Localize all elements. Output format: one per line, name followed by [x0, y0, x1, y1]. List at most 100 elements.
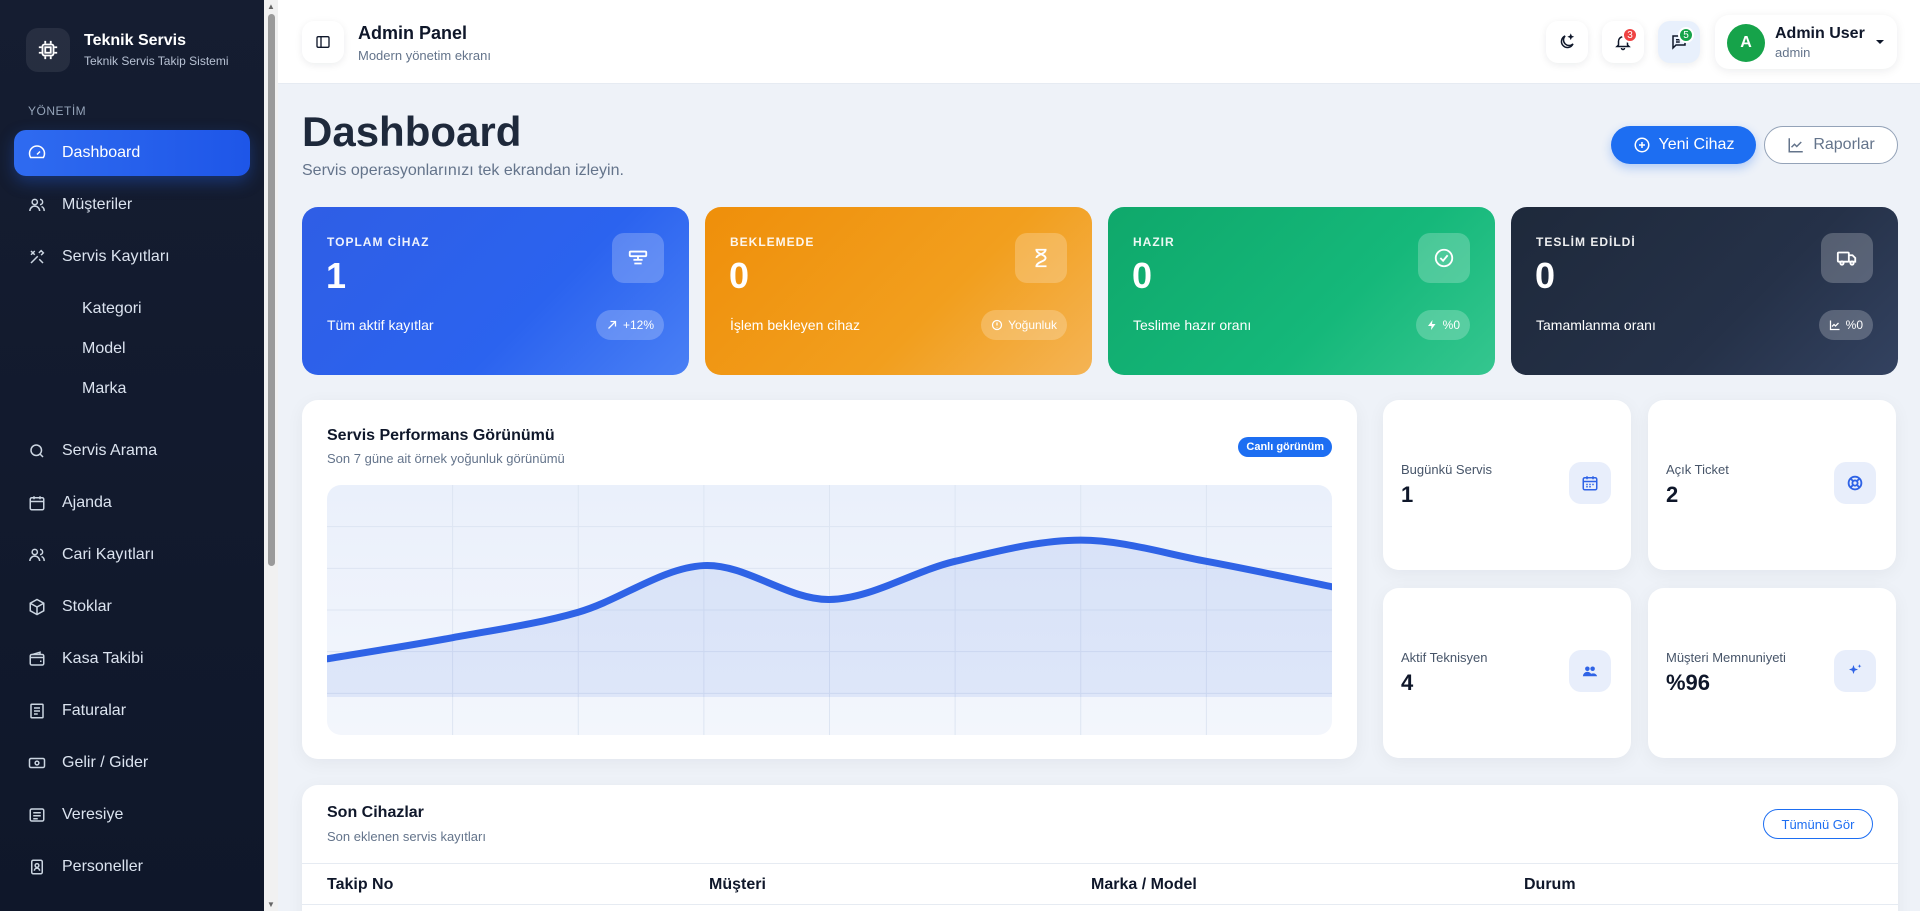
stat-label: BEKLEMEDE — [730, 235, 815, 249]
stat-card-total-devices[interactable]: TOPLAM CİHAZ 1 Tüm aktif kayıtlar +12% — [302, 207, 689, 375]
sidebar-subitem-category[interactable]: Kategori — [82, 300, 142, 318]
page-scrollbar[interactable]: ▲ ▼ — [264, 0, 278, 911]
user-role: admin — [1775, 45, 1811, 60]
plus-circle-icon — [1633, 136, 1651, 154]
chip-icon — [26, 28, 70, 72]
sidebar-item-service-records[interactable]: Servis Kayıtları — [14, 234, 250, 280]
scroll-thumb[interactable] — [268, 14, 275, 566]
theme-toggle-button[interactable] — [1546, 21, 1588, 63]
mini-card-label: Aktif Teknisyen — [1401, 650, 1488, 665]
column-status[interactable]: Durum — [1524, 876, 1576, 894]
sidebar-item-income-expense[interactable]: Gelir / Gider — [14, 740, 250, 786]
brand[interactable]: Teknik Servis Teknik Servis Takip Sistem… — [26, 28, 229, 72]
recent-devices-card: Son Cihazlar Son eklenen servis kayıtlar… — [302, 785, 1898, 911]
mini-card-value: %96 — [1666, 670, 1711, 695]
sidebar-item-service-search[interactable]: Servis Arama — [14, 428, 250, 474]
mini-card-today-service[interactable]: Bugünkü Servis 1 — [1383, 400, 1631, 570]
mini-card-label: Bugünkü Servis — [1401, 462, 1493, 477]
new-device-button[interactable]: Yeni Cihaz — [1611, 126, 1756, 164]
mini-card-open-ticket[interactable]: Açık Ticket 2 — [1648, 400, 1896, 570]
stat-pill-text: +12% — [622, 318, 654, 332]
messages-badge: 5 — [1678, 27, 1694, 43]
top-bar: Admin Panel Modern yönetim ekranı 3 5 A … — [278, 0, 1920, 84]
mini-card-active-technicians[interactable]: Aktif Teknisyen 4 — [1383, 588, 1631, 758]
avatar: A — [1727, 24, 1765, 62]
sidebar-item-stocks[interactable]: Stoklar — [14, 584, 250, 630]
sidebar-item-label: Faturalar — [62, 702, 127, 719]
sidebar-item-label: Gelir / Gider — [62, 754, 149, 771]
cash-icon — [28, 754, 46, 772]
scroll-up-icon[interactable]: ▲ — [267, 2, 275, 11]
mini-card-value: 2 — [1666, 482, 1679, 507]
gauge-icon — [28, 144, 46, 162]
stat-pill-text: %0 — [1845, 318, 1863, 332]
calendar-icon — [1569, 462, 1611, 504]
team-icon — [1569, 650, 1611, 692]
devices-icon — [612, 233, 664, 283]
mini-card-label: Müşteri Memnuniyeti — [1666, 650, 1786, 665]
sidebar-item-personnel[interactable]: Personeller — [14, 844, 250, 890]
sidebar-subitem-brand[interactable]: Marka — [82, 380, 126, 398]
view-all-button[interactable]: Tümünü Gör — [1763, 809, 1873, 839]
truck-icon — [1821, 233, 1873, 283]
sidebar-item-label: Müşteriler — [62, 196, 133, 213]
sidebar-item-dashboard[interactable]: Dashboard — [14, 130, 250, 176]
search-icon — [28, 442, 46, 460]
sidebar-item-customers[interactable]: Müşteriler — [14, 182, 250, 228]
user-name: Admin User — [1775, 25, 1865, 42]
stat-footnote: Tamamlanma oranı — [1536, 317, 1656, 333]
sidebar-item-invoices[interactable]: Faturalar — [14, 688, 250, 734]
stat-card-delivered[interactable]: TESLİM EDİLDİ 0 Tamamlanma oranı %0 — [1511, 207, 1898, 375]
scroll-down-icon[interactable]: ▼ — [267, 900, 275, 909]
sidebar-item-accounts[interactable]: Cari Kayıtları — [14, 532, 250, 578]
notifications-badge: 3 — [1622, 27, 1638, 43]
stat-value: 0 — [1535, 255, 1556, 296]
brand-title: Teknik Servis — [84, 32, 186, 49]
lifebuoy-icon — [1834, 462, 1876, 504]
column-tracking-no[interactable]: Takip No — [327, 876, 393, 894]
stat-pill: +12% — [595, 310, 664, 340]
stat-pill-text: Yoğunluk — [1008, 318, 1057, 332]
recent-title: Son Cihazlar — [327, 804, 424, 821]
recent-subtitle: Son eklenen servis kayıtları — [327, 829, 486, 844]
users-icon — [28, 196, 46, 214]
stat-card-ready[interactable]: HAZIR 0 Teslime hazır oranı %0 — [1108, 207, 1495, 375]
user-menu[interactable]: A Admin User admin — [1715, 15, 1897, 69]
reports-button[interactable]: Raporlar — [1764, 126, 1898, 164]
calendar-icon — [28, 494, 46, 512]
messages-button[interactable]: 5 — [1658, 21, 1700, 63]
stat-value: 0 — [729, 255, 750, 296]
column-brand-model[interactable]: Marka / Model — [1091, 876, 1197, 894]
sidebar-item-label: Servis Kayıtları — [62, 248, 170, 265]
sidebar-item-cash[interactable]: Kasa Takibi — [14, 636, 250, 682]
sidebar-item-credit[interactable]: Veresiye — [14, 792, 250, 838]
sidebar-item-agenda[interactable]: Ajanda — [14, 480, 250, 526]
brand-subtitle: Teknik Servis Takip Sistemi — [84, 54, 229, 68]
sidebar-item-label: Cari Kayıtları — [62, 546, 155, 563]
stat-label: TOPLAM CİHAZ — [327, 235, 430, 249]
sidebar: Teknik Servis Teknik Servis Takip Sistem… — [0, 0, 264, 911]
caret-down-icon — [1876, 40, 1884, 44]
table-header: Takip No Müşteri Marka / Model Durum — [302, 863, 1898, 905]
live-badge: Canlı görünüm — [1238, 437, 1332, 457]
trend-up-icon — [606, 319, 618, 331]
notifications-button[interactable]: 3 — [1602, 21, 1644, 63]
stat-value: 0 — [1132, 255, 1153, 296]
sidebar-item-label: Servis Arama — [62, 442, 158, 459]
mini-card-customer-satisfaction[interactable]: Müşteri Memnuniyeti %96 — [1648, 588, 1896, 758]
page-title: Dashboard — [302, 108, 522, 155]
sidebar-item-label: Stoklar — [62, 598, 112, 615]
column-customer[interactable]: Müşteri — [709, 876, 766, 894]
mini-card-value: 4 — [1401, 670, 1414, 695]
header-title: Admin Panel — [358, 23, 468, 43]
mini-card-label: Açık Ticket — [1666, 462, 1729, 477]
stat-card-pending[interactable]: BEKLEMEDE 0 İşlem bekleyen cihaz Yoğunlu… — [705, 207, 1092, 375]
stat-pill: Yoğunluk — [981, 310, 1067, 340]
sidebar-subitem-model[interactable]: Model — [82, 340, 126, 358]
performance-subtitle: Son 7 güne ait örnek yoğunluk görünümü — [327, 451, 565, 466]
chart-line-icon — [1829, 319, 1841, 331]
moon-icon — [1560, 33, 1575, 49]
reports-label: Raporlar — [1813, 136, 1875, 153]
sidebar-toggle-icon — [316, 36, 330, 48]
sidebar-toggle-button[interactable] — [302, 21, 344, 63]
